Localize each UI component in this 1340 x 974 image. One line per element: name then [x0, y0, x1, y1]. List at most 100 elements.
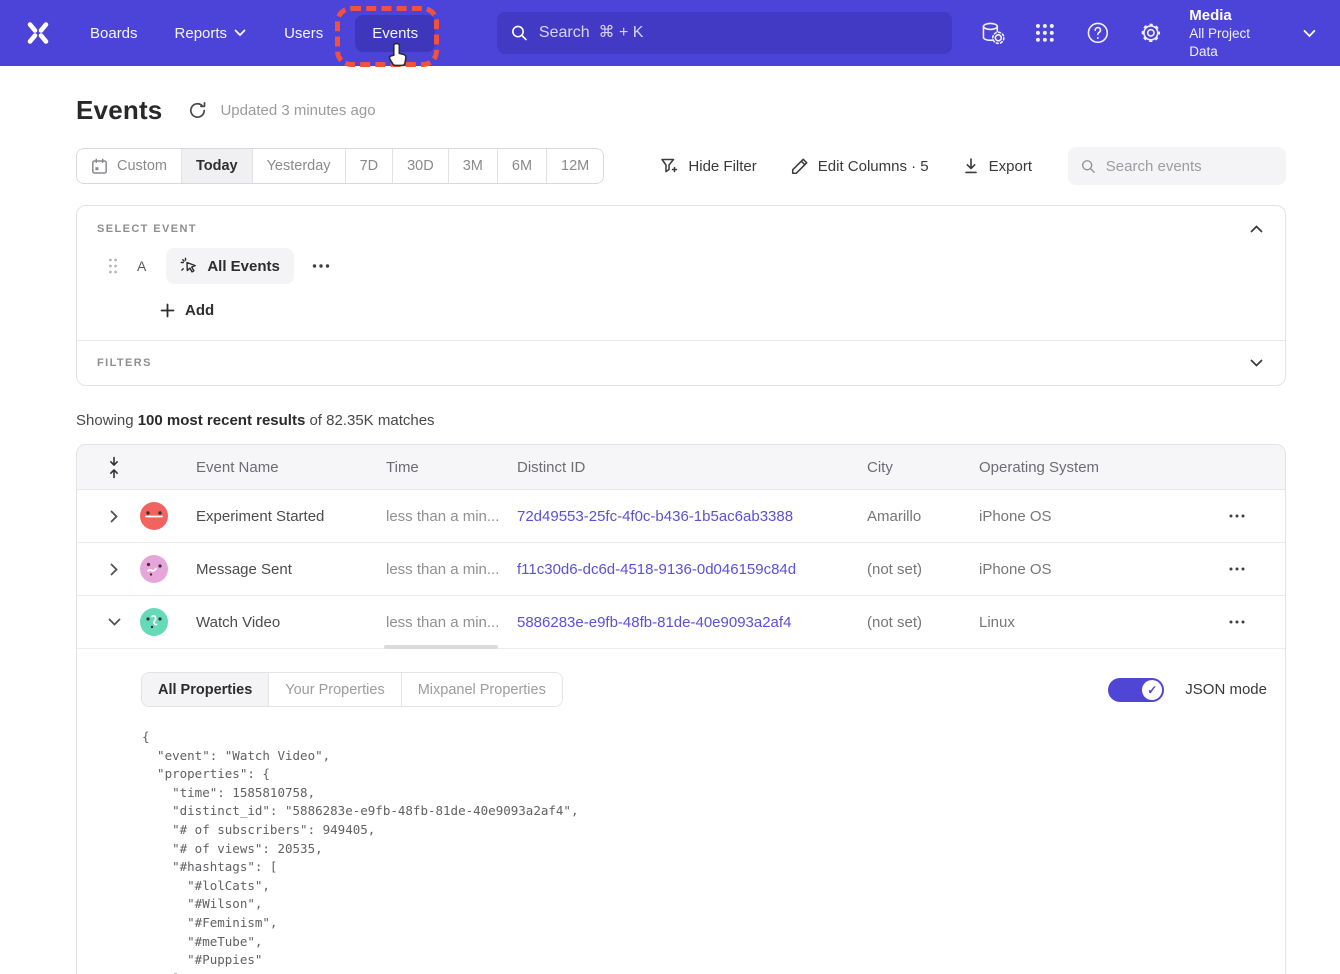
- date-range-yesterday[interactable]: Yesterday: [252, 149, 345, 183]
- apps-grid-icon[interactable]: [1032, 20, 1058, 46]
- nav-item-reports[interactable]: Reports: [175, 25, 247, 42]
- ellipsis-icon: [312, 264, 330, 268]
- cell-city: (not set): [867, 614, 979, 631]
- event-json-view: { "event": "Watch Video", "properties": …: [142, 728, 1267, 974]
- table-row[interactable]: Message Sent less than a min... f11c30d6…: [77, 543, 1285, 596]
- help-icon[interactable]: [1085, 20, 1111, 46]
- json-mode-toggle[interactable]: ✓: [1108, 678, 1164, 702]
- ellipsis-icon: [1229, 514, 1245, 518]
- settings-gear-icon[interactable]: [1138, 20, 1164, 46]
- events-search[interactable]: [1068, 147, 1286, 185]
- drag-handle-icon[interactable]: [108, 258, 118, 274]
- tab-your-properties[interactable]: Your Properties: [268, 673, 400, 706]
- sort-button[interactable]: [105, 454, 123, 481]
- cell-city: Amarillo: [867, 508, 979, 525]
- chevron-right-icon: [110, 510, 118, 523]
- date-range-7d[interactable]: 7D: [345, 149, 393, 183]
- query-builder-card: SELECT EVENT A All Events: [76, 205, 1286, 386]
- date-range-custom[interactable]: Custom: [77, 149, 181, 183]
- add-event-button[interactable]: Add: [160, 302, 214, 319]
- hide-filter-button[interactable]: Hide Filter: [660, 157, 756, 176]
- event-more-button[interactable]: [308, 260, 334, 272]
- event-avatar: [140, 502, 168, 530]
- date-range-6m[interactable]: 6M: [497, 149, 546, 183]
- project-selector[interactable]: Media All Project Data: [1189, 6, 1316, 61]
- global-search[interactable]: [497, 12, 952, 54]
- table-row[interactable]: Experiment Started less than a min... 72…: [77, 490, 1285, 543]
- event-avatar: [140, 608, 168, 636]
- date-range-30d[interactable]: 30D: [392, 149, 448, 183]
- table-row-expanded[interactable]: Watch Video less than a min... 5886283e-…: [77, 596, 1285, 649]
- event-query-row: A All Events: [97, 248, 1265, 284]
- event-select-chip[interactable]: All Events: [166, 248, 294, 284]
- chevron-down-icon: [234, 29, 246, 37]
- date-range-today[interactable]: Today: [181, 149, 252, 183]
- tab-all-properties[interactable]: All Properties: [142, 673, 268, 706]
- row-menu-button[interactable]: [1225, 508, 1249, 524]
- events-search-input[interactable]: [1106, 158, 1273, 175]
- horizontal-scrollbar-thumb[interactable]: [384, 645, 498, 649]
- nav-utilities: Media All Project Data: [952, 6, 1316, 61]
- chevron-down-icon: [1250, 359, 1263, 367]
- row-menu-button[interactable]: [1225, 614, 1249, 630]
- filters-section: FILTERS: [77, 340, 1285, 385]
- events-page: Events Updated 3 minutes ago Custom Toda…: [76, 95, 1286, 974]
- expand-filters-button[interactable]: [1248, 357, 1265, 369]
- check-icon: ✓: [1142, 680, 1162, 700]
- page-title: Events: [76, 95, 162, 126]
- json-mode-control: ✓ JSON mode: [1108, 678, 1267, 702]
- edit-columns-button[interactable]: Edit Columns · 5: [790, 157, 929, 176]
- table-tools: Hide Filter Edit Columns · 5 Export: [660, 147, 1286, 185]
- refresh-button[interactable]: [188, 101, 207, 120]
- calendar-icon: [91, 158, 108, 175]
- cell-distinct-id-link[interactable]: 5886283e-e9fb-48fb-81de-40e9093a2af4: [517, 614, 867, 631]
- cell-time: less than a min...: [386, 614, 517, 631]
- row-menu-button[interactable]: [1225, 561, 1249, 577]
- nav-item-users[interactable]: Users: [284, 25, 323, 42]
- nav-item-reports-label: Reports: [175, 25, 228, 42]
- global-search-input[interactable]: [539, 24, 938, 42]
- page-header: Events Updated 3 minutes ago: [76, 95, 1286, 126]
- cell-os: iPhone OS: [979, 508, 1187, 525]
- chevron-up-icon: [1250, 225, 1263, 233]
- expand-row-button[interactable]: [106, 506, 122, 527]
- ellipsis-icon: [1229, 620, 1245, 624]
- results-summary: Showing 100 most recent results of 82.35…: [76, 412, 1286, 429]
- export-button[interactable]: Export: [962, 157, 1032, 175]
- collapse-row-button[interactable]: [104, 614, 125, 630]
- cell-os: Linux: [979, 614, 1187, 631]
- mixpanel-logo-icon[interactable]: [26, 21, 50, 45]
- column-header-distinct-id[interactable]: Distinct ID: [517, 459, 867, 476]
- table-header: Event Name Time Distinct ID City Operati…: [77, 445, 1285, 490]
- top-nav: Boards Reports Users Events: [0, 0, 1340, 66]
- data-management-icon[interactable]: [979, 20, 1005, 46]
- primary-nav: Boards Reports Users Events: [90, 15, 435, 52]
- column-header-city[interactable]: City: [867, 459, 979, 476]
- cell-event-name: Watch Video: [196, 614, 386, 631]
- cell-distinct-id-link[interactable]: 72d49553-25fc-4f0c-b436-1b5ac6ab3388: [517, 508, 867, 525]
- column-header-os[interactable]: Operating System: [979, 459, 1187, 476]
- collapse-section-button[interactable]: [1248, 223, 1265, 235]
- date-range-12m[interactable]: 12M: [546, 149, 603, 183]
- filters-label: FILTERS: [97, 357, 152, 369]
- nav-item-events[interactable]: Events: [355, 15, 435, 52]
- events-table: Event Name Time Distinct ID City Operati…: [76, 444, 1286, 974]
- nav-item-boards[interactable]: Boards: [90, 25, 138, 42]
- chevron-down-icon: [1303, 29, 1316, 38]
- pencil-icon: [790, 157, 809, 176]
- chevron-right-icon: [110, 563, 118, 576]
- column-header-time[interactable]: Time: [386, 459, 517, 476]
- cell-event-name: Message Sent: [196, 561, 386, 578]
- expand-row-button[interactable]: [106, 559, 122, 580]
- tab-mixpanel-properties[interactable]: Mixpanel Properties: [401, 673, 562, 706]
- cell-time: less than a min...: [386, 508, 517, 525]
- cell-event-name: Experiment Started: [196, 508, 386, 525]
- cell-time: less than a min...: [386, 561, 517, 578]
- date-range-3m[interactable]: 3M: [448, 149, 497, 183]
- event-step-letter: A: [137, 258, 146, 274]
- plus-icon: [160, 303, 175, 318]
- properties-tabs: All Properties Your Properties Mixpanel …: [141, 672, 563, 707]
- cell-distinct-id-link[interactable]: f11c30d6-dc6d-4518-9136-0d046159c84d: [517, 561, 867, 578]
- controls-row: Custom Today Yesterday 7D 30D 3M 6M 12M …: [76, 147, 1286, 185]
- column-header-event-name[interactable]: Event Name: [196, 459, 386, 476]
